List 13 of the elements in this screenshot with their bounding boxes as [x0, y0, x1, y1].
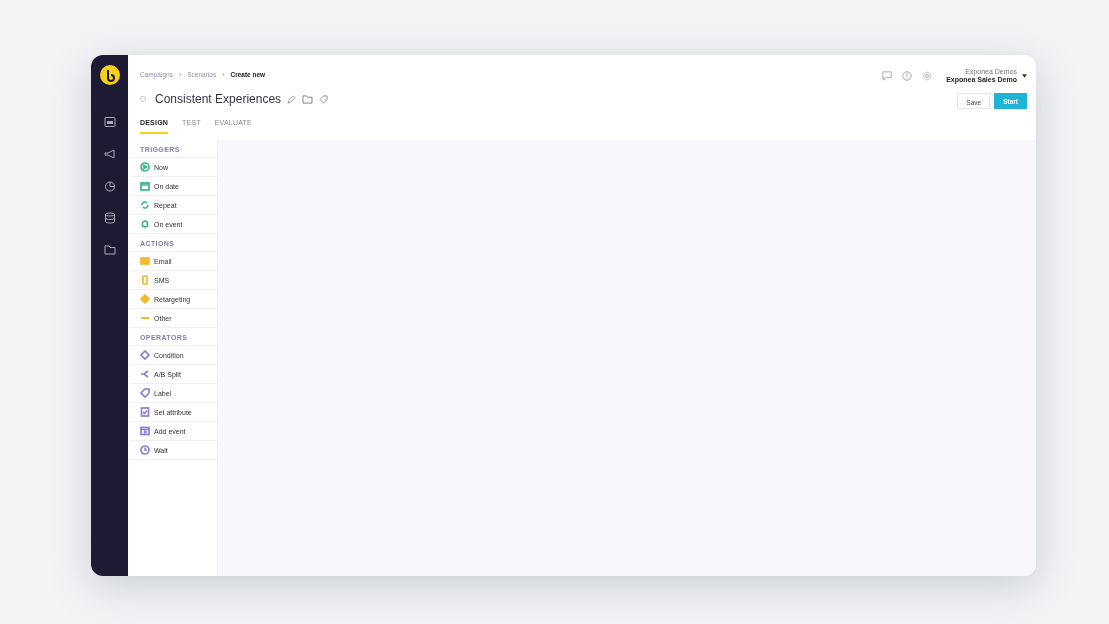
folder-icon[interactable] [103, 244, 116, 256]
settings-icon[interactable] [922, 71, 933, 82]
calendar-icon[interactable] [103, 116, 116, 128]
chat-icon[interactable] [882, 71, 893, 82]
pie-chart-icon[interactable] [103, 180, 116, 192]
caret-icon [1022, 74, 1027, 79]
help-icon[interactable] [902, 71, 913, 82]
database-icon[interactable] [103, 212, 116, 224]
tag-icon[interactable] [319, 94, 329, 104]
pencil-icon[interactable] [287, 94, 297, 104]
scenario-title: Consistent Experiences [155, 92, 282, 106]
megaphone-icon[interactable] [103, 148, 116, 160]
logo-icon [99, 65, 120, 85]
